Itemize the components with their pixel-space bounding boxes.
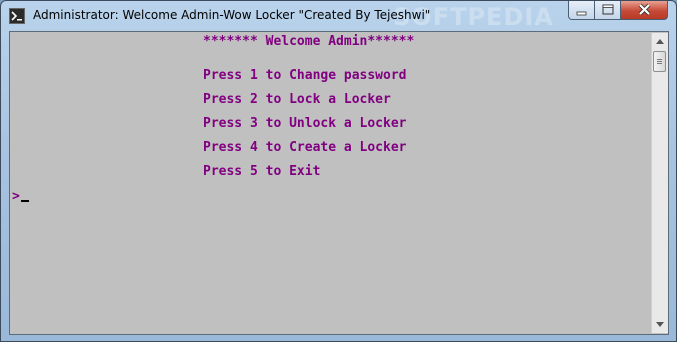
minimize-button[interactable] bbox=[568, 1, 595, 20]
menu-option-2: Press 2 to Lock a Locker bbox=[203, 92, 391, 107]
text-cursor bbox=[21, 200, 29, 202]
menu-option-1: Press 1 to Change password bbox=[203, 68, 407, 83]
minimize-icon bbox=[576, 11, 587, 16]
scroll-thumb[interactable] bbox=[653, 51, 666, 72]
scroll-up-button[interactable] bbox=[652, 33, 668, 50]
close-icon bbox=[638, 3, 651, 16]
arrow-down-icon bbox=[656, 322, 664, 327]
maximize-icon bbox=[602, 4, 614, 15]
thumb-grip-line bbox=[657, 61, 662, 62]
command-prompt: > bbox=[12, 189, 20, 204]
menu-option-4: Press 4 to Create a Locker bbox=[203, 140, 407, 155]
scroll-down-button[interactable] bbox=[652, 316, 668, 333]
console-app-icon[interactable] bbox=[9, 8, 25, 24]
title-bar[interactable]: SOFTPEDIA Administrator: Welcome Admin-W… bbox=[1, 1, 676, 31]
thumb-grip-line bbox=[657, 63, 662, 64]
console-window: SOFTPEDIA Administrator: Welcome Admin-W… bbox=[0, 0, 677, 342]
close-button[interactable] bbox=[620, 1, 668, 20]
arrow-up-icon bbox=[656, 39, 664, 44]
thumb-grip-line bbox=[657, 59, 662, 60]
console-output[interactable]: ******* Welcome Admin****** Press 1 to C… bbox=[9, 31, 669, 335]
welcome-header: ******* Welcome Admin****** bbox=[203, 34, 415, 49]
vertical-scrollbar[interactable] bbox=[651, 33, 668, 333]
window-title: Administrator: Welcome Admin-Wow Locker … bbox=[33, 8, 431, 22]
menu-option-3: Press 3 to Unlock a Locker bbox=[203, 116, 407, 131]
maximize-button[interactable] bbox=[594, 1, 621, 20]
menu-option-5: Press 5 to Exit bbox=[203, 164, 321, 179]
